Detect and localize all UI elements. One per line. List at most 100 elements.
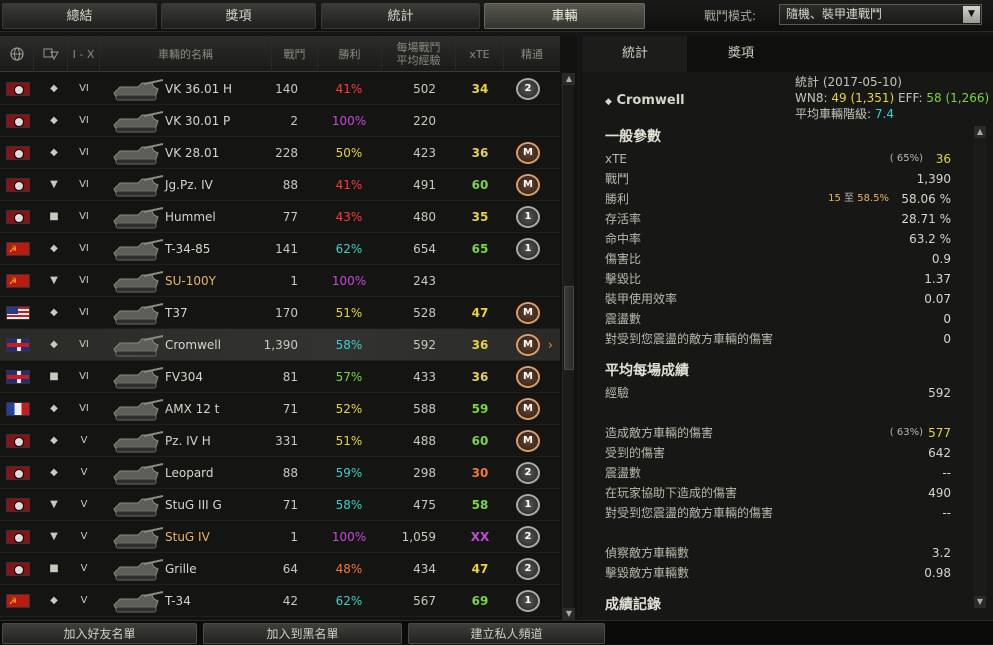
- stat-value: 28.71 %: [901, 212, 951, 226]
- avg-xp-value: 528: [413, 306, 436, 320]
- stat-row: 擊毀比 1.37: [605, 269, 951, 289]
- vehicle-name: StuG IV: [165, 530, 210, 544]
- table-row[interactable]: ◆ VI AMX 12 t 71 52% 588 59 M: [0, 393, 560, 425]
- table-row[interactable]: ■ VI FV304 81 57% 433 36 M: [0, 361, 560, 393]
- tier: V: [80, 531, 88, 542]
- vehicle-class-icon: ◆: [50, 403, 58, 414]
- nation-flag-icon: [6, 498, 30, 512]
- tank-icon: [113, 207, 164, 229]
- table-row[interactable]: ◆ V Pz. IV H 331 51% 488 60 M: [0, 425, 560, 457]
- stat-label: 存活率: [605, 212, 642, 226]
- avg-xp-value: 491: [413, 178, 436, 192]
- stat-value: 0: [943, 332, 951, 346]
- tab-vehicles[interactable]: 車輛: [484, 3, 645, 29]
- stat-value: 490: [928, 486, 951, 500]
- table-row[interactable]: ◆ VI VK 36.01 H 140 41% 502 34 2: [0, 73, 560, 105]
- sort-battles-button[interactable]: 戰鬥: [272, 36, 318, 72]
- avg-xp-value: 1,059: [401, 530, 436, 544]
- stat-label: 勝利: [605, 192, 630, 206]
- vehicle-name: VK 28.01: [165, 146, 220, 160]
- vehicle-rows: ◆ VI VK 36.01 H 140 41% 502 34 2 ◆ VI VK 30.01 P 2 1…: [0, 73, 560, 620]
- tank-icon: [113, 495, 164, 517]
- win-rate-value: 100%: [331, 114, 367, 128]
- table-row[interactable]: ◆ V Leopard 88 59% 298 30 2: [0, 457, 560, 489]
- table-row[interactable]: ▼ V StuG IV 1 100% 1,059 XX 2: [0, 521, 560, 553]
- battles-value: 1: [290, 274, 298, 288]
- stat-row: 震盪數 --: [605, 463, 951, 483]
- scroll-up-icon[interactable]: ▲: [974, 126, 986, 138]
- stat-label: 傷害比: [605, 252, 642, 266]
- win-range-to-label: 至: [844, 193, 855, 204]
- scroll-down-icon[interactable]: ▼: [563, 608, 575, 620]
- win-rate-value: 58%: [335, 498, 363, 512]
- vehicle-list-scrollbar[interactable]: ▲ ▼: [562, 73, 575, 620]
- table-row[interactable]: ▼ VI SU-100Y 1 100% 243: [0, 265, 560, 298]
- tier: VI: [79, 211, 89, 222]
- vehicle-detail-panel: 統計 獎項 統計 (2017-05-10) WN8: 49 (1,351) EF…: [583, 36, 993, 620]
- table-row[interactable]: ◆ VI VK 28.01 228 50% 423 36 M: [0, 137, 560, 169]
- table-row[interactable]: ■ VI Hummel 77 43% 480 35 1: [0, 201, 560, 233]
- sort-avgxp-button[interactable]: 每場戰鬥 平均經驗: [382, 36, 456, 72]
- tab-detail-awards[interactable]: 獎項: [687, 36, 795, 72]
- table-row[interactable]: ■ V Grille 64 48% 434 47 2: [0, 553, 560, 585]
- mastery-badge-icon: M: [516, 366, 540, 388]
- table-row[interactable]: ▼ V StuG III G 71 58% 475 58 1: [0, 489, 560, 521]
- sort-class-button[interactable]: [34, 36, 68, 72]
- add-friend-button[interactable]: 加入好友名單: [2, 623, 197, 644]
- xte-value: 65: [471, 242, 489, 256]
- battle-mode-select[interactable]: 隨機、裝甲連戰鬥 ▼: [779, 4, 982, 25]
- battles-value: 228: [275, 146, 298, 160]
- vehicle-name: Grille: [165, 562, 197, 576]
- create-channel-button[interactable]: 建立私人頻道: [408, 623, 605, 644]
- tab-summary[interactable]: 總結: [2, 3, 157, 29]
- tab-awards[interactable]: 獎項: [161, 3, 316, 29]
- avg-xp-value: 243: [413, 274, 436, 288]
- tank-icon: [113, 79, 164, 101]
- vehicle-class-icon: [43, 48, 59, 61]
- stat-value: 1.37: [924, 272, 951, 286]
- tank-icon: [113, 463, 164, 485]
- battle-mode-value: 隨機、裝甲連戰鬥: [786, 7, 883, 21]
- table-row[interactable]: ◆ VI Cromwell 1,390 58% 592 36 M ›: [0, 329, 560, 361]
- table-row[interactable]: ◆ VI T-34-85 141 62% 654 65 1: [0, 233, 560, 266]
- win-rate-value: 62%: [335, 242, 363, 256]
- sort-name-button[interactable]: 車輛的名稱: [100, 36, 272, 72]
- tank-icon: [113, 591, 164, 613]
- avg-xp-value: 434: [413, 562, 436, 576]
- scroll-up-icon[interactable]: ▲: [563, 73, 575, 85]
- scroll-thumb[interactable]: [564, 286, 574, 370]
- chevron-down-icon[interactable]: ▼: [963, 6, 980, 23]
- tab-statistics[interactable]: 統計: [321, 3, 480, 29]
- battles-value: 1,390: [263, 338, 298, 352]
- wn8-paren: (1,351): [850, 91, 895, 105]
- win-rate-value: 62%: [335, 594, 363, 608]
- add-blacklist-button[interactable]: 加入到黑名單: [203, 623, 402, 644]
- tank-icon: [113, 239, 164, 261]
- scroll-down-icon[interactable]: ▼: [974, 596, 986, 608]
- win-rate-value: 57%: [335, 370, 363, 384]
- sort-tier-button[interactable]: I - X: [68, 36, 100, 72]
- nation-flag-icon: [6, 114, 30, 128]
- stat-label: 在玩家協助下造成的傷害: [605, 486, 738, 500]
- sort-mastery-button[interactable]: 精通: [504, 36, 560, 72]
- vehicle-name: VK 30.01 P: [165, 114, 231, 128]
- table-row[interactable]: ◆ VI T37 170 51% 528 47 M: [0, 297, 560, 329]
- sort-xte-button[interactable]: xTE: [456, 36, 504, 72]
- table-row[interactable]: ◆ V T-34 42 62% 567 69 1: [0, 585, 560, 618]
- tank-icon: [113, 271, 164, 293]
- detail-scrollbar[interactable]: ▲ ▼: [974, 126, 986, 608]
- table-row[interactable]: ◆ VI VK 30.01 P 2 100% 220: [0, 105, 560, 137]
- vehicle-class-icon: ■: [49, 211, 59, 222]
- win-rate-value: 52%: [335, 402, 363, 416]
- tier: VI: [79, 403, 89, 414]
- detail-tabs: 統計 獎項: [583, 36, 993, 72]
- vehicle-name: Hummel: [165, 210, 216, 224]
- stat-row: xTE ( 65%) 36: [605, 149, 951, 169]
- sort-nation-button[interactable]: [0, 36, 34, 72]
- tier: VI: [79, 147, 89, 158]
- table-row[interactable]: ▼ VI Jg.Pz. IV 88 41% 491 60 M: [0, 169, 560, 201]
- sort-win-button[interactable]: 勝利: [318, 36, 382, 72]
- tab-detail-statistics[interactable]: 統計: [583, 36, 687, 72]
- nation-flag-icon: [6, 146, 30, 160]
- avg-tier-line: 平均車輛階級: 7.4: [795, 106, 989, 122]
